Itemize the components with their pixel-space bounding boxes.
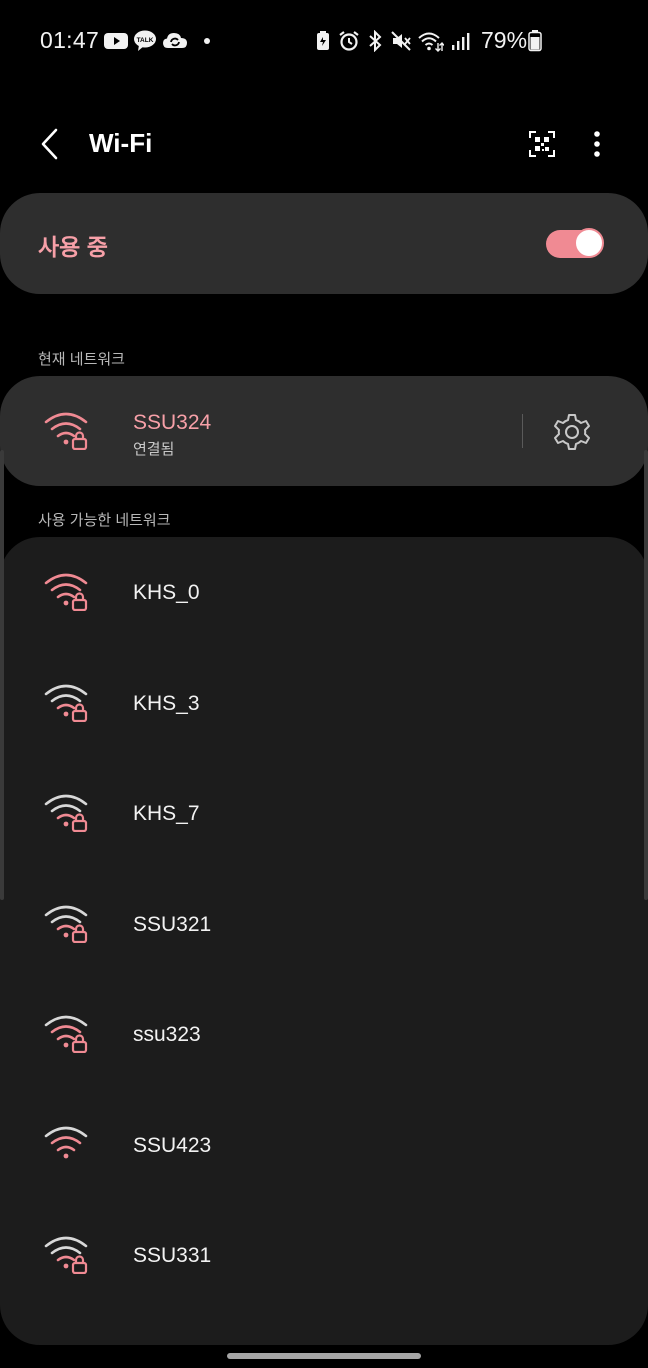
- mute-icon: [391, 31, 411, 51]
- back-button[interactable]: [28, 122, 72, 166]
- wifi-locked-icon: [44, 573, 88, 611]
- bluetooth-icon: [369, 30, 382, 52]
- scrollbar-right: [644, 450, 648, 900]
- network-name: KHS_3: [133, 691, 200, 715]
- network-row[interactable]: SSU423: [0, 1090, 648, 1200]
- status-left-icons: TALK: [104, 28, 213, 54]
- dot-icon: [204, 38, 210, 44]
- network-name: ssu323: [133, 1023, 201, 1046]
- wifi-locked-icon: [44, 412, 88, 450]
- status-bar: 01:47 TALK 79%: [0, 0, 648, 84]
- network-name: SSU321: [133, 912, 212, 936]
- back-arrow-icon: [41, 128, 58, 160]
- network-row[interactable]: SSU331: [0, 1200, 648, 1310]
- gear-icon: [554, 414, 590, 450]
- network-name: SSU331: [133, 1244, 212, 1267]
- current-network-section-label: 현재 네트워크: [38, 351, 125, 368]
- qr-code-icon: [529, 131, 555, 157]
- divider: [522, 414, 523, 448]
- current-network-name: SSU324: [133, 411, 212, 434]
- signal-icon: [452, 33, 470, 50]
- more-vertical-icon: [594, 131, 600, 157]
- talk-icon: TALK: [134, 30, 156, 51]
- battery-icon: [528, 30, 542, 52]
- home-indicator[interactable]: [227, 1353, 421, 1359]
- available-networks-list: KHS_0 KHS_3 KHS_7 SSU321 ssu323 SSU423 SSU331: [0, 537, 648, 1345]
- network-name: SSU423: [133, 1133, 212, 1157]
- cloud-sync-icon: [163, 33, 187, 48]
- alarm-icon: [339, 31, 359, 51]
- network-name: KHS_7: [133, 802, 200, 825]
- available-networks-section-label: 사용 가능한 네트워크: [38, 512, 171, 529]
- current-network-status: 연결됨: [133, 441, 175, 458]
- network-row[interactable]: KHS_3: [0, 648, 648, 758]
- switch-thumb: [574, 228, 604, 258]
- qr-code-button[interactable]: [520, 122, 564, 166]
- svg-text:TALK: TALK: [137, 37, 154, 44]
- wifi-locked-icon: [44, 1236, 88, 1274]
- network-row[interactable]: SSU321: [0, 869, 648, 979]
- wifi-locked-icon: [44, 905, 88, 943]
- status-right-icons: [314, 28, 470, 54]
- network-row[interactable]: ssu323: [0, 979, 648, 1089]
- youtube-icon: [104, 33, 128, 49]
- wifi-locked-icon: [44, 1015, 88, 1053]
- page-title: Wi-Fi: [89, 128, 153, 158]
- network-row[interactable]: KHS_7: [0, 758, 648, 868]
- battery-saver-icon: [317, 31, 329, 50]
- wifi-status-icon: [418, 32, 444, 52]
- battery-percentage: 79%: [481, 27, 528, 53]
- network-settings-button[interactable]: [550, 410, 594, 454]
- header: Wi-Fi: [0, 110, 648, 178]
- scrollbar-left: [0, 450, 4, 900]
- current-network-card[interactable]: SSU324 연결됨: [0, 376, 648, 486]
- network-row[interactable]: KHS_0: [0, 537, 648, 647]
- toggle-label: 사용 중: [38, 234, 108, 260]
- wifi-locked-icon: [44, 794, 88, 832]
- wifi-icon: [44, 1126, 88, 1158]
- more-options-button[interactable]: [575, 122, 619, 166]
- wifi-switch[interactable]: [546, 227, 606, 261]
- status-time: 01:47: [40, 27, 100, 53]
- wifi-master-toggle[interactable]: 사용 중: [0, 193, 648, 294]
- network-name: KHS_0: [133, 581, 200, 604]
- wifi-locked-icon: [44, 684, 88, 722]
